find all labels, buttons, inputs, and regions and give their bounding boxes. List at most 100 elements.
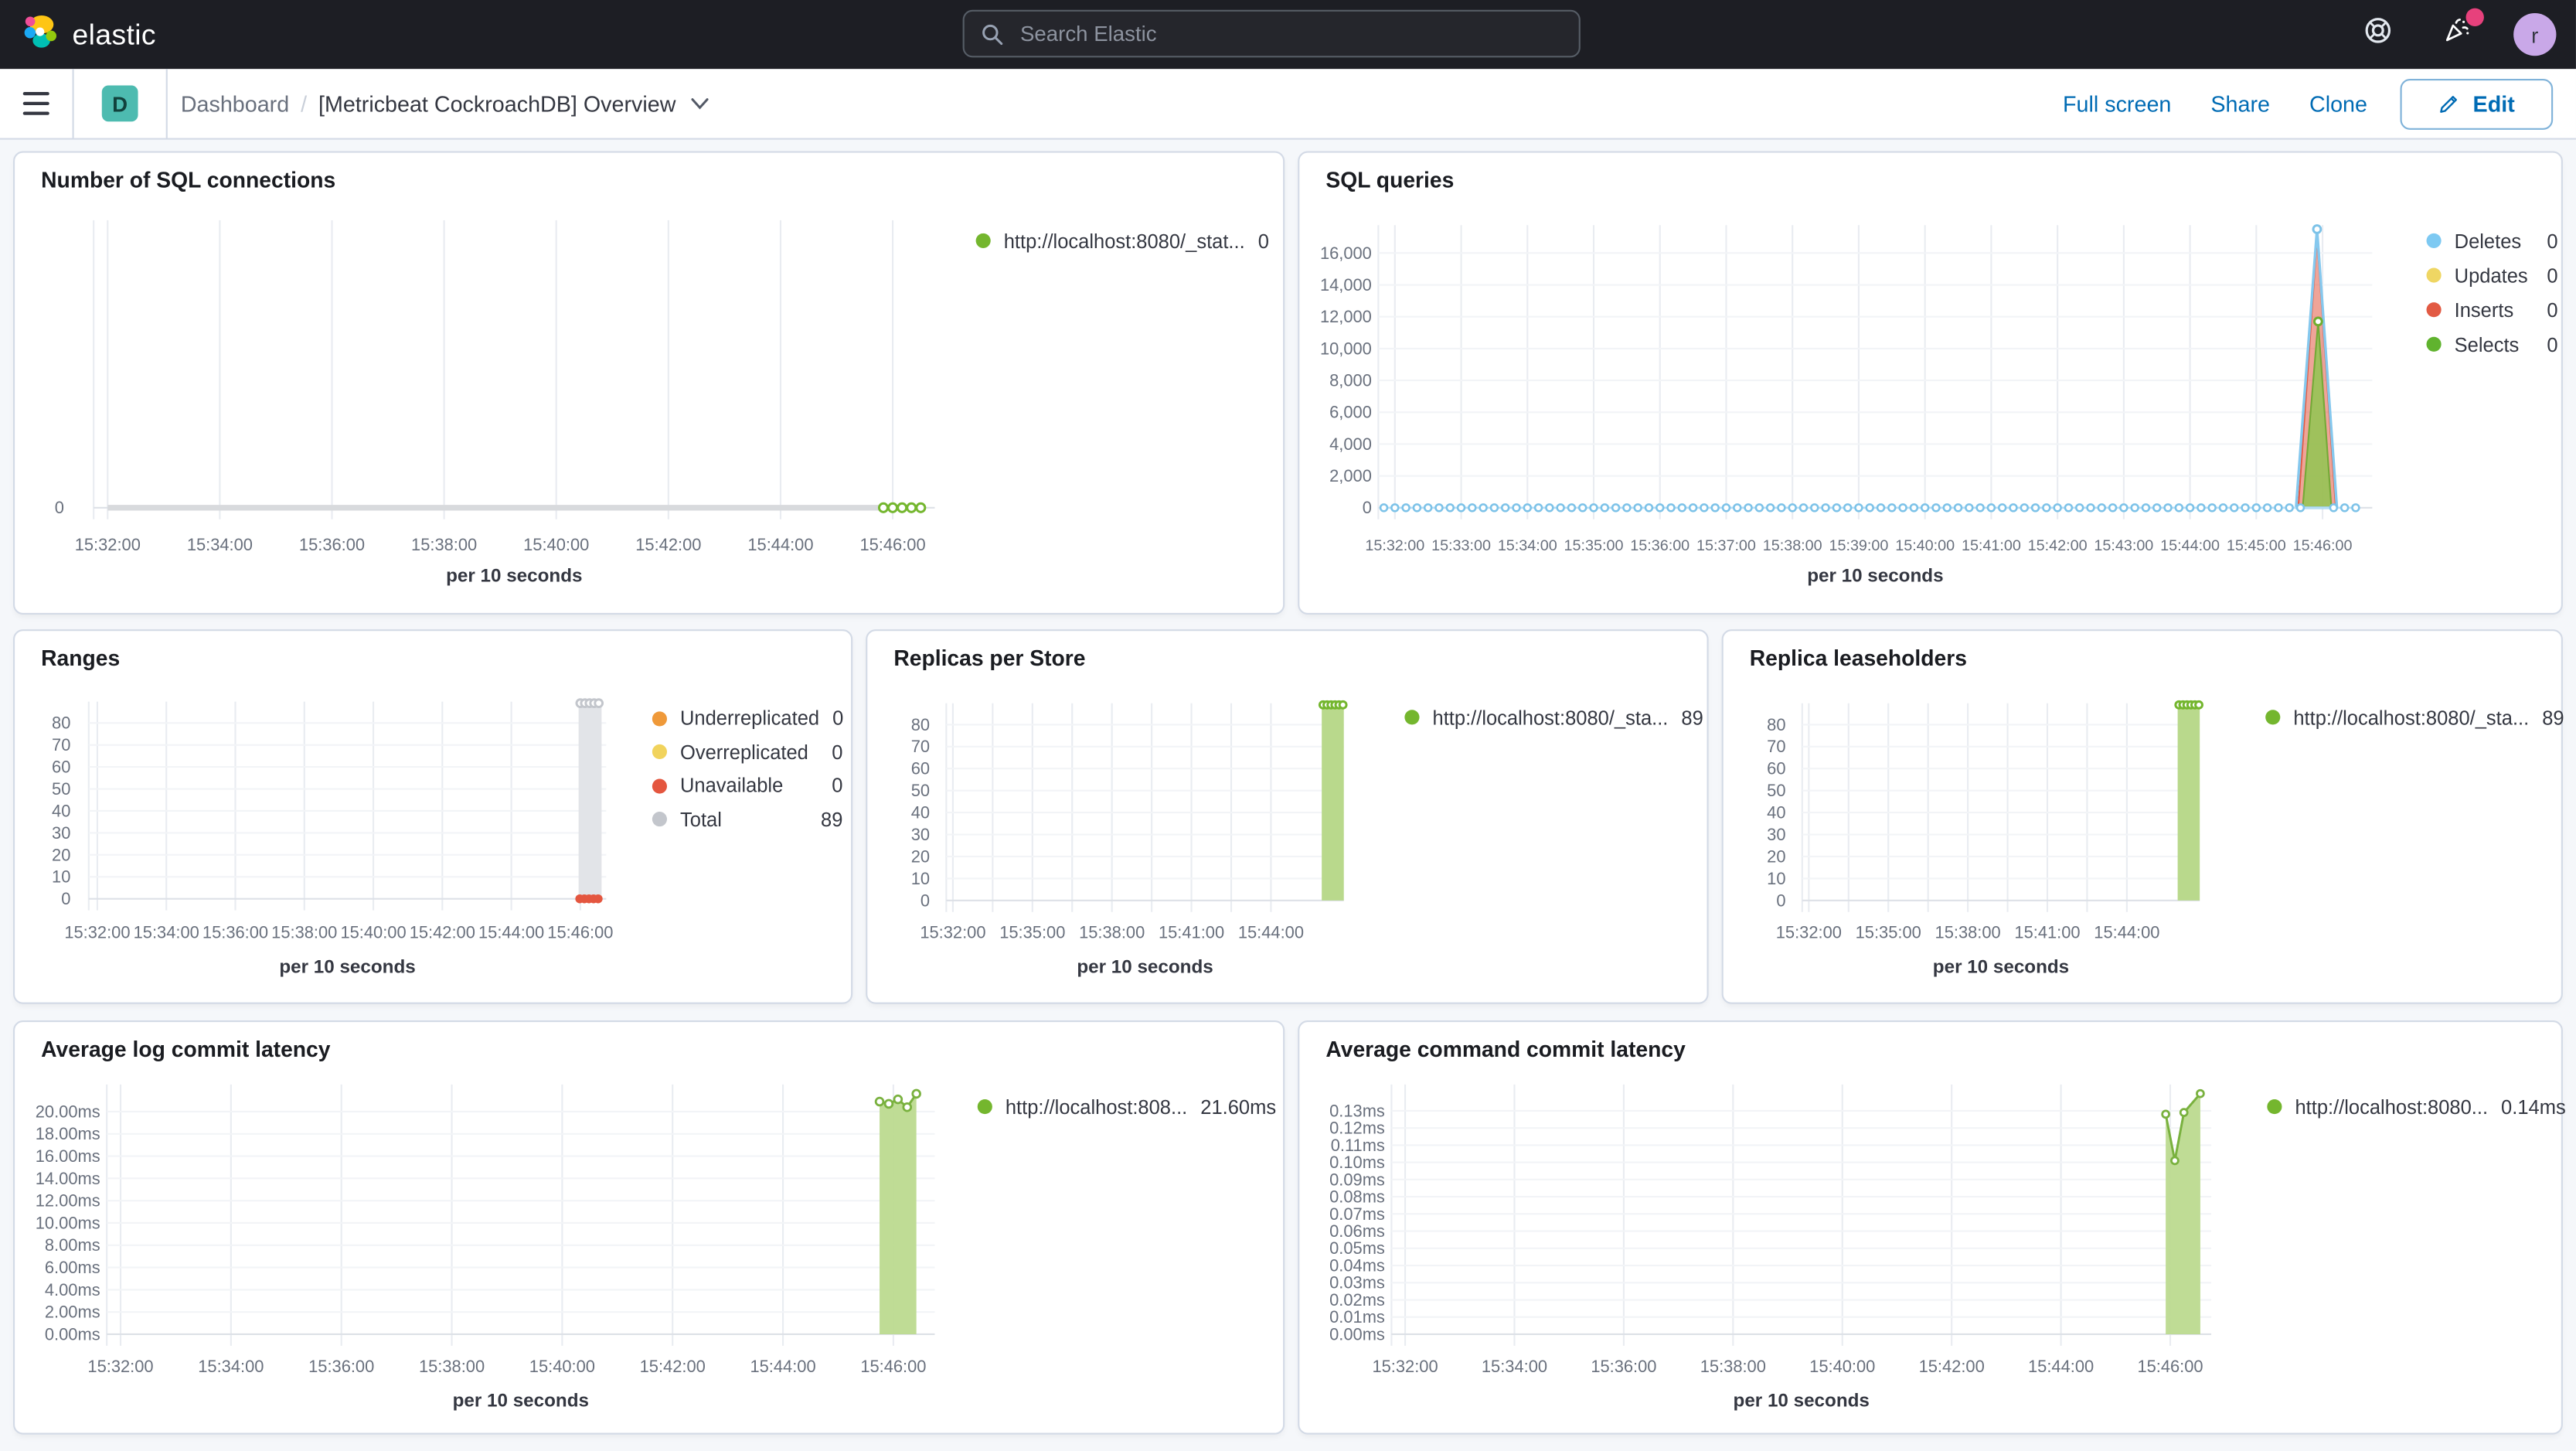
chart-legend: http://localhost:8080/_sta... 89 [1404,700,1703,735]
svg-text:15:36:00: 15:36:00 [202,923,268,942]
breadcrumb-separator: / [301,90,308,116]
legend-item[interactable]: http://localhost:8080/_sta... 89 [1404,700,1703,735]
svg-text:60: 60 [1767,759,1785,778]
svg-text:15:40:00: 15:40:00 [340,923,406,942]
svg-text:15:35:00: 15:35:00 [1564,537,1624,554]
svg-text:80: 80 [1767,715,1785,734]
svg-text:2,000: 2,000 [1329,466,1372,485]
svg-text:18.00ms: 18.00ms [36,1124,100,1143]
svg-text:15:38:00: 15:38:00 [1079,923,1145,942]
dashboard-badge[interactable]: D [101,85,138,122]
svg-text:0.00ms: 0.00ms [45,1324,100,1344]
chart-legend: http://localhost:808... 21.60ms [977,1089,1276,1124]
breadcrumb-dashboard[interactable]: Dashboard [181,91,289,116]
divider [72,69,74,138]
global-search[interactable] [962,9,1581,58]
legend-item[interactable]: http://localhost:808... 21.60ms [977,1089,1276,1124]
panel-title[interactable]: Ranges [41,645,120,670]
elastic-logo[interactable]: elastic [23,12,156,56]
svg-text:16,000: 16,000 [1320,244,1372,263]
panel-title[interactable]: Average command commit latency [1325,1037,1685,1061]
svg-text:4.00ms: 4.00ms [45,1280,100,1299]
svg-text:40: 40 [1767,803,1785,823]
svg-text:0.00ms: 0.00ms [1329,1324,1385,1344]
svg-text:15:35:00: 15:35:00 [999,923,1065,942]
chart-legend: http://localhost:8080/_sta... 89 [2265,700,2564,735]
svg-text:15:42:00: 15:42:00 [635,535,701,554]
menu-icon[interactable] [22,92,49,115]
svg-text:12.00ms: 12.00ms [36,1191,100,1211]
clone-button[interactable]: Clone [2289,91,2387,116]
legend-dot-icon [652,710,667,726]
svg-text:per 10 seconds: per 10 seconds [1734,1391,1870,1412]
chart-canvas[interactable]: 20.00ms 18.00ms 16.00ms 14.00ms 12.00ms 10.00… [15,1022,1286,1436]
full-screen-button[interactable]: Full screen [2043,91,2191,116]
svg-text:30: 30 [52,823,70,843]
panel-title[interactable]: Replicas per Store [893,645,1085,670]
panel-number-of-sql-connections: Number of SQL connections 0 15:32:00 15:34… [13,151,1286,616]
legend-item[interactable]: Overreplicated 0 [652,735,842,769]
chart-canvas[interactable]: 80 70 60 50 40 30 20 10 0 15:32:00 15:35:00 15:38:0… [867,631,1710,1006]
panel-title[interactable]: Average log commit latency [41,1037,330,1061]
svg-text:20: 20 [52,845,70,864]
legend-item[interactable]: Unavailable 0 [652,769,842,803]
top-bar: elastic Search Elastic r [0,0,2576,70]
legend-item[interactable]: http://localhost:8080/_stat... 0 [975,223,1269,258]
legend-item[interactable]: http://localhost:8080/_sta... 89 [2265,700,2564,735]
svg-text:15:44:00: 15:44:00 [2094,923,2159,942]
legend-item[interactable]: Selects 0 [2426,327,2558,362]
svg-text:50: 50 [52,779,70,799]
chevron-down-icon[interactable] [691,96,711,111]
newsfeed-button[interactable] [2435,8,2484,56]
kibana-dashboard-app: elastic Search Elastic r D Dashboard / [… [0,0,2576,1451]
panel-title[interactable]: Number of SQL connections [41,168,335,192]
chart-canvas[interactable]: 0 15:32:00 15:34:00 15:36:00 15:38:00 15:40:0… [15,153,1286,616]
chart-canvas[interactable]: 80 70 60 50 40 30 20 10 0 15:32:00 15:35:00 15:38:0… [1724,631,2564,1006]
legend-label: http://localhost:808... [1005,1095,1188,1119]
panel-title[interactable]: SQL queries [1325,168,1454,192]
elastic-logo-icon [23,12,60,56]
svg-text:15:40:00: 15:40:00 [523,535,589,554]
svg-text:15:34:00: 15:34:00 [187,535,253,554]
panel-ranges: Ranges 80 70 60 50 40 30 20 10 0 15:32:00 15:34:00… [13,629,853,1004]
legend-value: 0 [2547,229,2558,253]
legend-item[interactable]: http://localhost:8080... 0.14ms [2267,1089,2566,1124]
legend-item[interactable]: Deletes 0 [2426,223,2558,258]
svg-text:per 10 seconds: per 10 seconds [446,565,582,586]
svg-text:15:43:00: 15:43:00 [2094,537,2153,554]
share-button[interactable]: Share [2191,91,2290,116]
legend-item[interactable]: Underreplicated 0 [652,702,843,736]
legend-item[interactable]: Total 89 [652,802,842,836]
legend-item[interactable]: Inserts 0 [2426,292,2558,327]
legend-value: 89 [2542,705,2564,729]
svg-text:40: 40 [52,801,70,820]
chrome-icons: r [2356,0,2557,69]
svg-text:15:32:00: 15:32:00 [75,535,141,554]
svg-text:15:40:00: 15:40:00 [529,1357,595,1376]
legend-item[interactable]: Updates 0 [2426,258,2558,293]
user-avatar[interactable]: r [2513,13,2557,56]
legend-dot-icon [977,1099,992,1115]
panel-title[interactable]: Replica leaseholders [1750,645,1967,670]
svg-text:15:32:00: 15:32:00 [1776,923,1842,942]
legend-label: http://localhost:8080/_sta... [2293,705,2530,729]
help-button[interactable] [2356,13,2398,56]
svg-text:15:38:00: 15:38:00 [1763,537,1822,554]
svg-text:15:33:00: 15:33:00 [1431,537,1491,554]
svg-text:10,000: 10,000 [1320,339,1372,358]
svg-text:15:34:00: 15:34:00 [1482,1357,1547,1376]
toolbar-actions: Full screen Share Clone Edit [2043,77,2554,129]
chart-canvas[interactable]: 16,000 14,000 12,000 10,000 8,000 6,000 4,000 2… [1299,153,2564,616]
chart-canvas[interactable]: 0.13ms0.12ms0.11ms0.10ms0.09ms0.08ms0.07… [1299,1022,2564,1436]
edit-button[interactable]: Edit [2400,77,2554,129]
notification-dot [2465,8,2484,27]
panel-average-command-commit-latency: Average command commit latency 0.13ms 0.1… [1298,1020,2566,1436]
svg-text:30: 30 [911,825,930,844]
divider [165,69,168,138]
svg-text:15:35:00: 15:35:00 [1856,923,1921,942]
svg-text:15:32:00: 15:32:00 [1365,537,1424,554]
search-input[interactable] [1016,19,1516,48]
svg-text:60: 60 [911,759,930,778]
svg-text:80: 80 [52,714,70,733]
svg-text:12,000: 12,000 [1320,307,1372,326]
